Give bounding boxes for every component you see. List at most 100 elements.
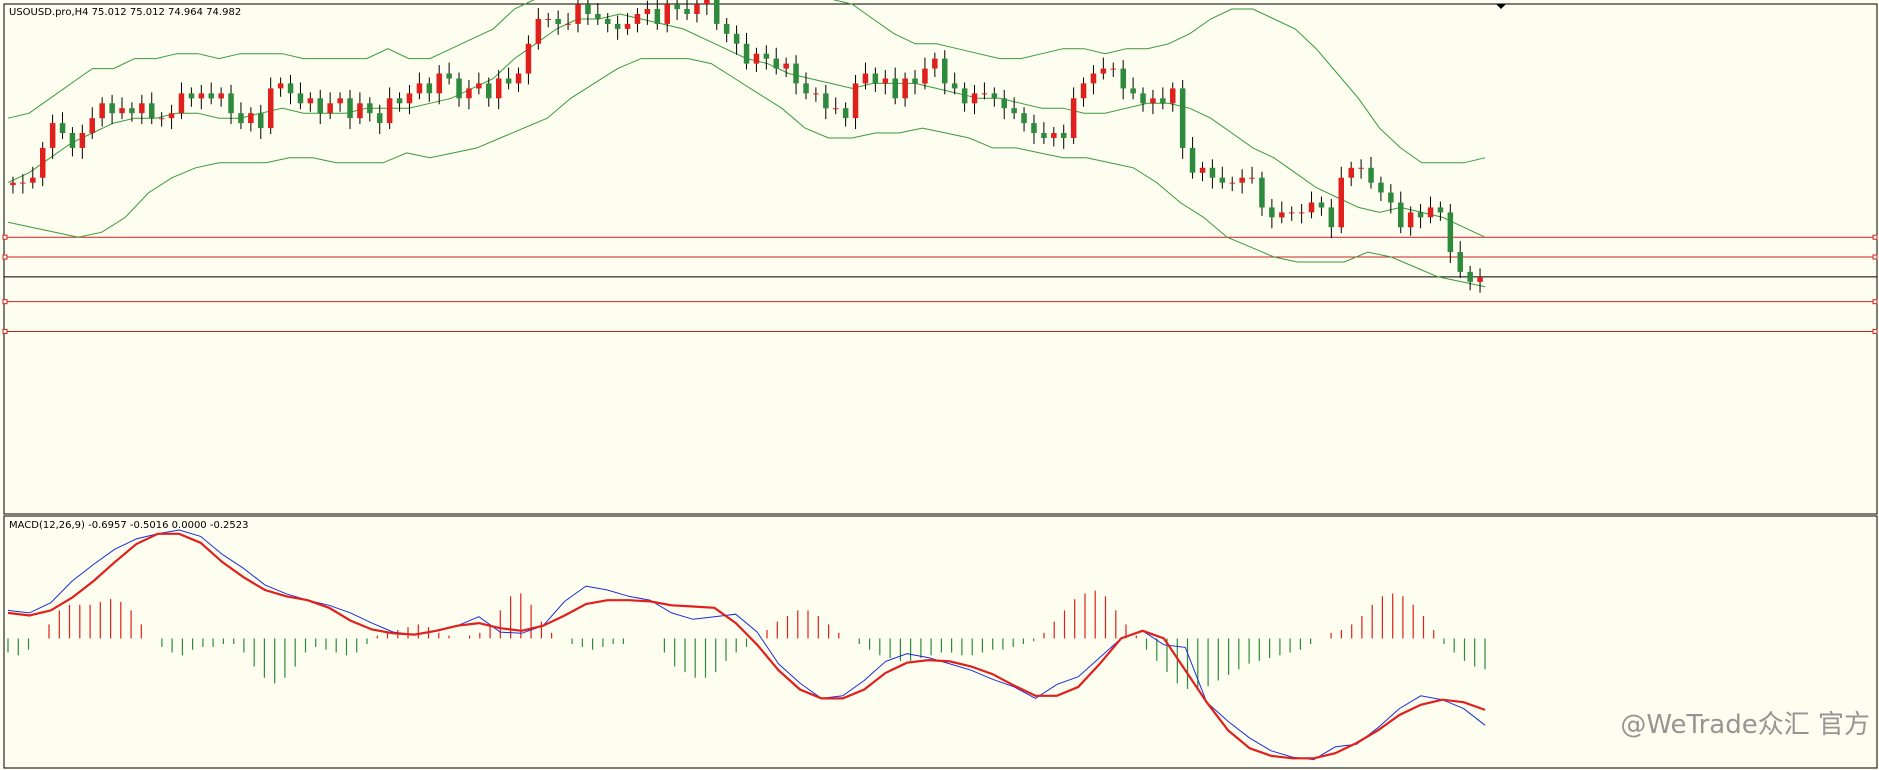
level-handle-left-2 (2, 299, 8, 305)
candle-body (1298, 212, 1305, 214)
candle-body (912, 78, 918, 84)
candle-body (396, 98, 403, 104)
candle-body (30, 177, 36, 183)
chart-canvas[interactable]: USOUSD.pro,H4 75.012 75.012 74.964 74.98… (0, 0, 1879, 770)
candle-body (902, 78, 908, 99)
candle-body (20, 182, 26, 184)
candle-body (178, 93, 185, 114)
candle-body (1080, 83, 1087, 99)
candle-body (59, 123, 66, 133)
candle-body (188, 93, 195, 99)
candle-body (496, 78, 502, 99)
candle-body (763, 53, 770, 59)
candle-body (723, 23, 730, 34)
candle-body (733, 33, 740, 44)
candle-body (327, 103, 333, 114)
candle-body (337, 98, 343, 104)
candle-body (852, 83, 859, 119)
candle-body (1308, 202, 1315, 213)
candle-body (436, 73, 442, 94)
candle-body (40, 147, 46, 178)
candle-body (456, 78, 462, 99)
candle-body (1041, 133, 1047, 138)
candle-body (1388, 192, 1394, 203)
level-handle-left-1 (2, 254, 8, 260)
candle-body (565, 23, 571, 25)
candle-body (1120, 68, 1126, 89)
candle-body (1229, 182, 1235, 184)
candle-body (466, 88, 472, 99)
candle-body (793, 63, 799, 84)
candle-body (674, 4, 680, 10)
watermark: @WeTrade众汇 官方 (1620, 710, 1870, 740)
candle-body (515, 73, 522, 84)
candle-body (1378, 182, 1384, 193)
candle-body (922, 68, 928, 84)
candle-body (1269, 207, 1275, 218)
candle-body (238, 113, 244, 124)
candle-body (535, 19, 542, 44)
candle-body (1259, 177, 1265, 208)
candle-body (1249, 177, 1255, 179)
candle-body (1417, 212, 1424, 218)
candle-body (614, 23, 621, 29)
level-handle-right-3 (1872, 328, 1878, 334)
candle-body (1090, 73, 1097, 84)
candle-body (1477, 276, 1483, 282)
candle-body (1467, 271, 1473, 282)
candle-body (1328, 207, 1335, 228)
candle-body (1061, 133, 1067, 138)
candle-body (426, 83, 433, 94)
candle-body (1150, 98, 1156, 104)
candle-body (1021, 113, 1027, 124)
candle-body (198, 93, 205, 99)
candle-body (1318, 202, 1325, 208)
candle-body (49, 123, 56, 148)
candle-body (872, 73, 879, 84)
candle-body (1001, 98, 1007, 109)
candle-body (1289, 212, 1295, 214)
candle-body (367, 103, 373, 114)
candle-body (694, 4, 700, 14)
candle-body (1011, 108, 1017, 114)
candle-body (69, 133, 76, 148)
candle-body (129, 108, 135, 114)
level-handle-right-2 (1872, 299, 1878, 305)
candle-body (813, 93, 819, 95)
candle-body (1427, 207, 1434, 218)
candle-body (634, 14, 641, 24)
candle-body (942, 58, 948, 84)
candle-body (743, 43, 750, 64)
candle-body (951, 83, 958, 89)
candle-body (119, 108, 125, 114)
candle-body (892, 78, 898, 99)
candle-body (99, 103, 105, 119)
candle-body (882, 78, 889, 84)
candle-body (773, 58, 779, 69)
candle-body (277, 83, 284, 89)
trading-chart[interactable]: USOUSD.pro,H4 75.012 75.012 74.964 74.98… (0, 0, 1879, 770)
candle-body (89, 118, 95, 134)
candle-body (555, 19, 561, 24)
candle-body (575, 4, 581, 24)
candle-body (932, 58, 938, 69)
candle-body (585, 4, 591, 14)
candle-body (248, 113, 254, 124)
candle-body (228, 93, 234, 114)
candle-body (654, 9, 661, 24)
candle-body (1407, 212, 1414, 228)
candle-body (1140, 93, 1146, 104)
candle-body (268, 88, 274, 129)
candle-body (406, 93, 413, 104)
candle-body (605, 19, 611, 24)
candle-body (1031, 123, 1037, 133)
candle-body (1051, 133, 1057, 138)
candle-body (644, 9, 651, 14)
candle-body (1179, 88, 1186, 148)
candle-body (1368, 167, 1374, 183)
candle-body (1219, 177, 1226, 183)
candle-body (486, 83, 492, 99)
candle-body (704, 0, 710, 5)
candle-body (287, 83, 294, 94)
level-handle-right-0 (1872, 234, 1878, 240)
